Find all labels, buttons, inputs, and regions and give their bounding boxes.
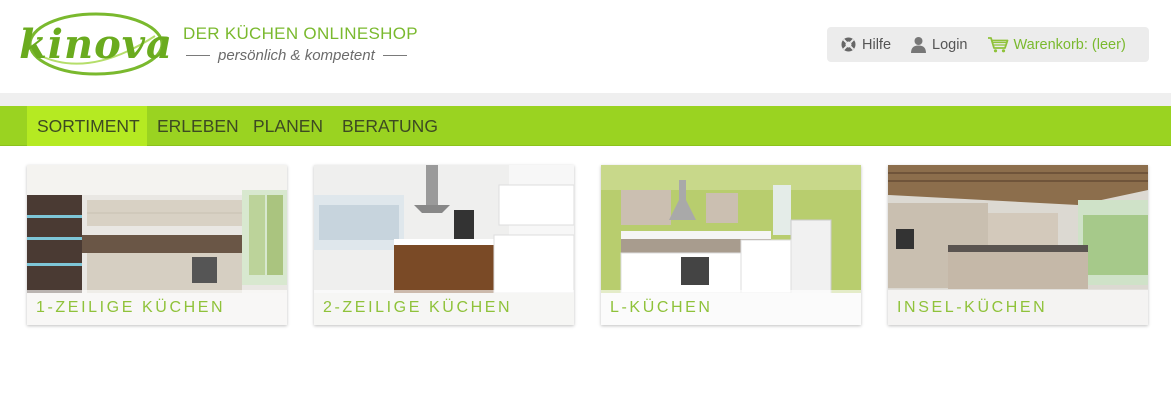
- help-lifebuoy-icon: [840, 36, 857, 53]
- help-link[interactable]: Hilfe: [840, 36, 891, 53]
- shop-subtitle: persönlich & kompetent: [183, 47, 407, 64]
- cart-link[interactable]: Warenkorb: (leer): [987, 36, 1126, 53]
- category-tile-l-kuechen[interactable]: L-KÜCHEN: [601, 165, 861, 325]
- tile-label: 1-ZEILIGE KÜCHEN: [27, 290, 287, 325]
- category-tile-2-zeilige[interactable]: 2-ZEILIGE KÜCHEN: [314, 165, 574, 325]
- header-divider-band: [0, 93, 1171, 106]
- nav-item-planen[interactable]: PLANEN: [243, 106, 333, 146]
- tile-label: 2-ZEILIGE KÜCHEN: [314, 290, 574, 325]
- tile-label: INSEL-KÜCHEN: [888, 290, 1148, 325]
- nav-item-beratung[interactable]: BERATUNG: [332, 106, 448, 146]
- shopping-cart-icon: [987, 36, 1009, 53]
- shop-title: DER KÜCHEN ONLINESHOP: [183, 24, 418, 43]
- subtitle-text: persönlich & kompetent: [218, 47, 375, 64]
- nav-item-sortiment[interactable]: SORTIMENT: [27, 106, 147, 146]
- utility-bar: Hilfe Login Warenkorb: (leer): [827, 27, 1149, 62]
- site-header: kinova DER KÜCHEN ONLINESHOP persönlich …: [0, 0, 1171, 93]
- cart-label: Warenkorb: (leer): [1013, 36, 1126, 53]
- login-link[interactable]: Login: [910, 36, 968, 53]
- nav-item-erleben[interactable]: ERLEBEN: [147, 106, 249, 146]
- help-label: Hilfe: [862, 36, 892, 53]
- category-tile-1-zeilige[interactable]: 1-ZEILIGE KÜCHEN: [27, 165, 287, 325]
- user-icon: [910, 36, 927, 53]
- main-nav: SORTIMENT ERLEBEN PLANEN BERATUNG: [0, 106, 1171, 146]
- tile-label: L-KÜCHEN: [601, 290, 861, 325]
- subtitle-dash-right: [382, 55, 407, 56]
- subtitle-dash-left: [186, 55, 210, 56]
- login-label: Login: [932, 36, 968, 53]
- logo-text: kinova: [19, 20, 173, 68]
- kinova-logo[interactable]: kinova: [19, 10, 173, 78]
- category-tile-insel-kuechen[interactable]: INSEL-KÜCHEN: [888, 165, 1148, 325]
